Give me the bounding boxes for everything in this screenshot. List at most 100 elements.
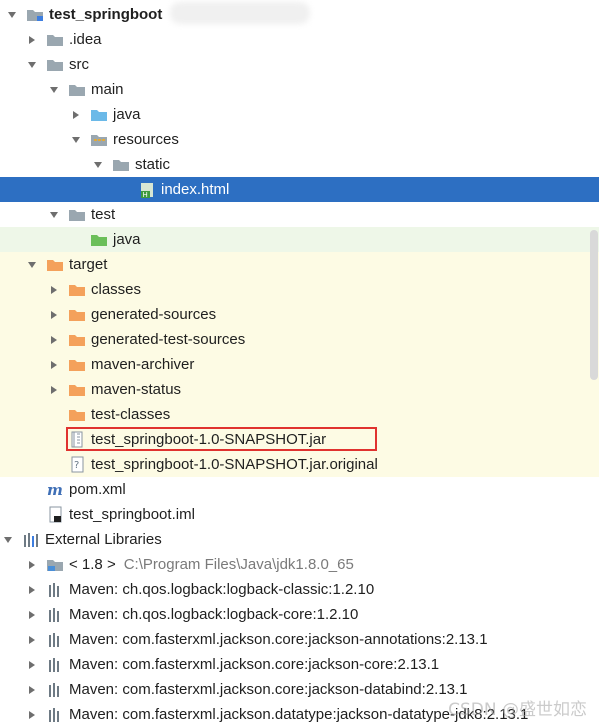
module-folder-icon — [26, 7, 44, 23]
tree-row-label: Maven: com.fasterxml.jackson.core:jackso… — [69, 631, 488, 648]
folder-icon — [68, 82, 86, 98]
tree-row-maven-archiver[interactable]: maven-archiver — [0, 352, 599, 377]
jdk-icon — [46, 557, 64, 573]
vertical-scrollbar[interactable] — [590, 230, 598, 380]
chevron-right-icon[interactable] — [24, 610, 40, 620]
tree-row-label: < 1.8 > — [69, 556, 116, 573]
iml-file-icon — [46, 506, 64, 523]
chevron-right-icon[interactable] — [46, 335, 62, 345]
chevron-down-icon[interactable] — [46, 210, 62, 220]
tree-row-test-classes[interactable]: test-classes — [0, 402, 599, 427]
tree-row-main[interactable]: main — [0, 77, 599, 102]
tree-row-label: Maven: ch.qos.logback:logback-core:1.2.1… — [69, 606, 359, 623]
tree-row-test[interactable]: test — [0, 202, 599, 227]
chevron-right-icon[interactable] — [46, 360, 62, 370]
tree-row-label: External Libraries — [45, 531, 162, 548]
folder-icon — [46, 32, 64, 48]
chevron-right-icon[interactable] — [46, 385, 62, 395]
tree-row-src[interactable]: src — [0, 52, 599, 77]
tree-row-label: Maven: com.fasterxml.jackson.core:jackso… — [69, 681, 468, 698]
tree-row-label: generated-sources — [91, 306, 217, 323]
tree-row-generated-test-sources[interactable]: generated-test-sources — [0, 327, 599, 352]
jar-file-icon — [68, 431, 86, 448]
tree-row-label: java — [113, 231, 141, 248]
tree-row-index-html[interactable]: H index.html — [0, 177, 599, 202]
tree-row-label: resources — [113, 131, 179, 148]
tree-row-label: maven-status — [91, 381, 182, 398]
chevron-down-icon[interactable] — [0, 535, 16, 545]
tree-row-label: java — [113, 106, 141, 123]
chevron-right-icon[interactable] — [24, 660, 40, 670]
excluded-folder-icon — [68, 332, 86, 348]
chevron-right-icon[interactable] — [24, 685, 40, 695]
chevron-down-icon[interactable] — [24, 260, 40, 270]
tree-row-label: .idea — [69, 31, 102, 48]
folder-icon — [112, 157, 130, 173]
tree-row-library[interactable]: Maven: com.fasterxml.jackson.core:jackso… — [0, 652, 599, 677]
tree-row-test-java[interactable]: java — [0, 227, 599, 252]
svg-text:m: m — [47, 482, 63, 498]
chevron-right-icon[interactable] — [46, 310, 62, 320]
libraries-icon — [22, 532, 40, 548]
tree-row-iml[interactable]: test_springboot.iml — [0, 502, 599, 527]
source-folder-icon — [90, 107, 108, 123]
maven-pom-icon: m — [46, 482, 64, 498]
tree-row-resources[interactable]: resources — [0, 127, 599, 152]
tree-row-label: generated-test-sources — [91, 331, 246, 348]
excluded-folder-icon — [68, 407, 86, 423]
chevron-down-icon[interactable] — [24, 60, 40, 70]
tree-row-main-java[interactable]: java — [0, 102, 599, 127]
tree-row-jar-original[interactable]: ? test_springboot-1.0-SNAPSHOT.jar.origi… — [0, 452, 599, 477]
svg-text:H: H — [143, 191, 148, 198]
library-icon — [46, 682, 64, 698]
chevron-down-icon[interactable] — [90, 160, 106, 170]
chevron-right-icon[interactable] — [24, 710, 40, 720]
tree-row-library[interactable]: Maven: com.fasterxml.jackson.core:jackso… — [0, 627, 599, 652]
test-folder-icon — [90, 232, 108, 248]
tree-row-jdk[interactable]: < 1.8 > C:\Program Files\Java\jdk1.8.0_6… — [0, 552, 599, 577]
chevron-right-icon[interactable] — [24, 635, 40, 645]
tree-row-label: src — [69, 56, 89, 73]
tree-row-maven-status[interactable]: maven-status — [0, 377, 599, 402]
tree-row-label: maven-archiver — [91, 356, 195, 373]
tree-row-idea[interactable]: .idea — [0, 27, 599, 52]
chevron-right-icon[interactable] — [24, 560, 40, 570]
tree-row-label: test_springboot.iml — [69, 506, 195, 523]
resources-folder-icon — [90, 132, 108, 148]
library-icon — [46, 657, 64, 673]
chevron-down-icon[interactable] — [46, 85, 62, 95]
excluded-folder-icon — [68, 357, 86, 373]
tree-row-library[interactable]: Maven: ch.qos.logback:logback-classic:1.… — [0, 577, 599, 602]
chevron-down-icon[interactable] — [4, 10, 20, 20]
jdk-path: C:\Program Files\Java\jdk1.8.0_65 — [123, 556, 354, 573]
chevron-right-icon[interactable] — [24, 35, 40, 45]
chevron-right-icon[interactable] — [68, 110, 84, 120]
library-icon — [46, 582, 64, 598]
tree-row-label: test-classes — [91, 406, 171, 423]
tree-row-label: test_springboot-1.0-SNAPSHOT.jar — [91, 431, 327, 448]
unknown-file-icon: ? — [68, 456, 86, 473]
tree-row-external-libraries[interactable]: External Libraries — [0, 527, 599, 552]
tree-row-static[interactable]: static — [0, 152, 599, 177]
excluded-folder-icon — [46, 257, 64, 273]
library-icon — [46, 607, 64, 623]
tree-row-classes[interactable]: classes — [0, 277, 599, 302]
tree-row-label: test — [91, 206, 116, 223]
tree-row-jar[interactable]: test_springboot-1.0-SNAPSHOT.jar — [0, 427, 599, 452]
tree-row-label: static — [135, 156, 171, 173]
tree-row-project-root[interactable]: test_springboot — [0, 2, 599, 27]
tree-row-label: main — [91, 81, 124, 98]
chevron-down-icon[interactable] — [68, 135, 84, 145]
folder-icon — [46, 57, 64, 73]
watermark: CSDN @盛世如恋 — [448, 700, 587, 720]
tree-row-library[interactable]: Maven: ch.qos.logback:logback-core:1.2.1… — [0, 602, 599, 627]
tree-row-label: classes — [91, 281, 142, 298]
tree-row-label: target — [69, 256, 108, 273]
tree-row-pom-xml[interactable]: m pom.xml — [0, 477, 599, 502]
chevron-right-icon[interactable] — [46, 285, 62, 295]
library-icon — [46, 632, 64, 648]
tree-row-target[interactable]: target — [0, 252, 599, 277]
chevron-right-icon[interactable] — [24, 585, 40, 595]
tree-row-label: test_springboot — [49, 6, 163, 23]
tree-row-generated-sources[interactable]: generated-sources — [0, 302, 599, 327]
